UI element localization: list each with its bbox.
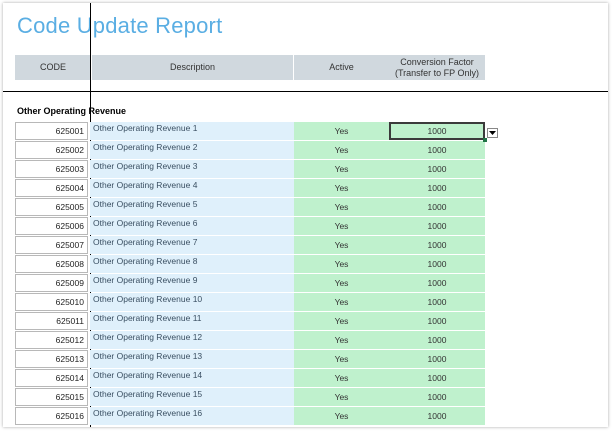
section-title: Other Operating Revenue (17, 106, 127, 116)
header-code[interactable]: CODE (15, 55, 91, 80)
description-cell[interactable]: Other Operating Revenue 9 (90, 274, 294, 292)
header-conversion-line2: (Transfer to FP Only) (394, 67, 480, 78)
active-cell[interactable]: Yes (294, 179, 389, 197)
code-cell[interactable]: 625011 (15, 312, 88, 330)
table-row: 625002 Other Operating Revenue 2 Yes 1000 (3, 141, 608, 160)
active-cell[interactable]: Yes (294, 407, 389, 425)
code-cell[interactable]: 625005 (15, 198, 88, 216)
table-row: 625011 Other Operating Revenue 11 Yes 1000 (3, 312, 608, 331)
row-freeze-divider (3, 91, 608, 92)
conversion-factor-cell[interactable]: 1000 (389, 388, 485, 406)
description-cell[interactable]: Other Operating Revenue 13 (90, 350, 294, 368)
conversion-factor-cell[interactable]: 1000 (389, 293, 485, 311)
table-row: 625008 Other Operating Revenue 8 Yes 1000 (3, 255, 608, 274)
active-cell[interactable]: Yes (294, 255, 389, 273)
conversion-factor-cell[interactable]: 1000 (389, 331, 485, 349)
conversion-factor-cell[interactable]: 1000 (389, 407, 485, 425)
report-sheet: Code Update Report CODE Description Acti… (3, 3, 608, 427)
description-cell[interactable]: Other Operating Revenue 8 (90, 255, 294, 273)
table-row: 625012 Other Operating Revenue 12 Yes 1000 (3, 331, 608, 350)
header-conversion-factor[interactable]: Conversion Factor (Transfer to FP Only) (389, 55, 485, 80)
conversion-factor-cell[interactable]: 1000 (389, 369, 485, 387)
code-cell[interactable]: 625004 (15, 179, 88, 197)
description-cell[interactable]: Other Operating Revenue 14 (90, 369, 294, 387)
active-cell[interactable]: Yes (294, 350, 389, 368)
code-cell[interactable]: 625013 (15, 350, 88, 368)
code-cell[interactable]: 625001 (15, 122, 88, 140)
description-cell[interactable]: Other Operating Revenue 10 (90, 293, 294, 311)
conversion-factor-cell[interactable]: 1000 (389, 350, 485, 368)
active-cell[interactable]: Yes (294, 217, 389, 235)
table-row: 625013 Other Operating Revenue 13 Yes 1000 (3, 350, 608, 369)
code-cell[interactable]: 625009 (15, 274, 88, 292)
conversion-factor-cell[interactable]: 1000 (389, 274, 485, 292)
description-cell[interactable]: Other Operating Revenue 1 (90, 122, 294, 140)
conversion-factor-cell[interactable]: 1000 (389, 198, 485, 216)
active-cell[interactable]: Yes (294, 198, 389, 216)
code-cell[interactable]: 625003 (15, 160, 88, 178)
code-cell[interactable]: 625010 (15, 293, 88, 311)
table-row: 625005 Other Operating Revenue 5 Yes 1000 (3, 198, 608, 217)
code-cell[interactable]: 625012 (15, 331, 88, 349)
table-row: 625007 Other Operating Revenue 7 Yes 1000 (3, 236, 608, 255)
table-row: 625014 Other Operating Revenue 14 Yes 1000 (3, 369, 608, 388)
description-cell[interactable]: Other Operating Revenue 3 (90, 160, 294, 178)
header-description[interactable]: Description (92, 55, 293, 80)
code-cell[interactable]: 625007 (15, 236, 88, 254)
fill-handle[interactable] (483, 138, 487, 142)
conversion-factor-cell[interactable]: 1000 (389, 217, 485, 235)
description-cell[interactable]: Other Operating Revenue 7 (90, 236, 294, 254)
active-cell[interactable]: Yes (294, 369, 389, 387)
description-cell[interactable]: Other Operating Revenue 11 (90, 312, 294, 330)
header-conversion-line1: Conversion Factor (400, 56, 474, 67)
table-row: 625009 Other Operating Revenue 9 Yes 1000 (3, 274, 608, 293)
table-row: 625001 Other Operating Revenue 1 Yes 1000 (3, 122, 608, 141)
table-row: 625015 Other Operating Revenue 15 Yes 1000 (3, 388, 608, 407)
code-cell[interactable]: 625008 (15, 255, 88, 273)
conversion-factor-cell-selected[interactable]: 1000 (389, 122, 485, 140)
description-cell[interactable]: Other Operating Revenue 2 (90, 141, 294, 159)
table-row: 625010 Other Operating Revenue 10 Yes 1000 (3, 293, 608, 312)
description-cell[interactable]: Other Operating Revenue 5 (90, 198, 294, 216)
table-row: 625003 Other Operating Revenue 3 Yes 1000 (3, 160, 608, 179)
active-cell[interactable]: Yes (294, 274, 389, 292)
active-cell[interactable]: Yes (294, 331, 389, 349)
active-cell[interactable]: Yes (294, 388, 389, 406)
active-cell[interactable]: Yes (294, 160, 389, 178)
conversion-factor-cell[interactable]: 1000 (389, 141, 485, 159)
active-cell[interactable]: Yes (294, 293, 389, 311)
conversion-factor-cell[interactable]: 1000 (389, 255, 485, 273)
code-cell[interactable]: 625006 (15, 217, 88, 235)
conversion-factor-cell[interactable]: 1000 (389, 160, 485, 178)
active-cell[interactable]: Yes (294, 141, 389, 159)
code-cell[interactable]: 625014 (15, 369, 88, 387)
description-cell[interactable]: Other Operating Revenue 15 (90, 388, 294, 406)
description-cell[interactable]: Other Operating Revenue 4 (90, 179, 294, 197)
active-cell[interactable]: Yes (294, 312, 389, 330)
active-cell[interactable]: Yes (294, 236, 389, 254)
conversion-factor-cell[interactable]: 1000 (389, 236, 485, 254)
table-row: 625016 Other Operating Revenue 16 Yes 1000 (3, 407, 608, 426)
code-cell[interactable]: 625015 (15, 388, 88, 406)
description-cell[interactable]: Other Operating Revenue 12 (90, 331, 294, 349)
conversion-factor-cell[interactable]: 1000 (389, 179, 485, 197)
report-title: Code Update Report (17, 13, 223, 38)
table-row: 625006 Other Operating Revenue 6 Yes 1000 (3, 217, 608, 236)
code-cell[interactable]: 625016 (15, 407, 88, 425)
code-cell[interactable]: 625002 (15, 141, 88, 159)
header-active[interactable]: Active (294, 55, 389, 80)
description-cell[interactable]: Other Operating Revenue 6 (90, 217, 294, 235)
description-cell[interactable]: Other Operating Revenue 16 (90, 407, 294, 425)
chevron-down-icon[interactable] (487, 128, 498, 138)
active-cell[interactable]: Yes (294, 122, 389, 140)
conversion-factor-cell[interactable]: 1000 (389, 312, 485, 330)
table-row: 625004 Other Operating Revenue 4 Yes 1000 (3, 179, 608, 198)
